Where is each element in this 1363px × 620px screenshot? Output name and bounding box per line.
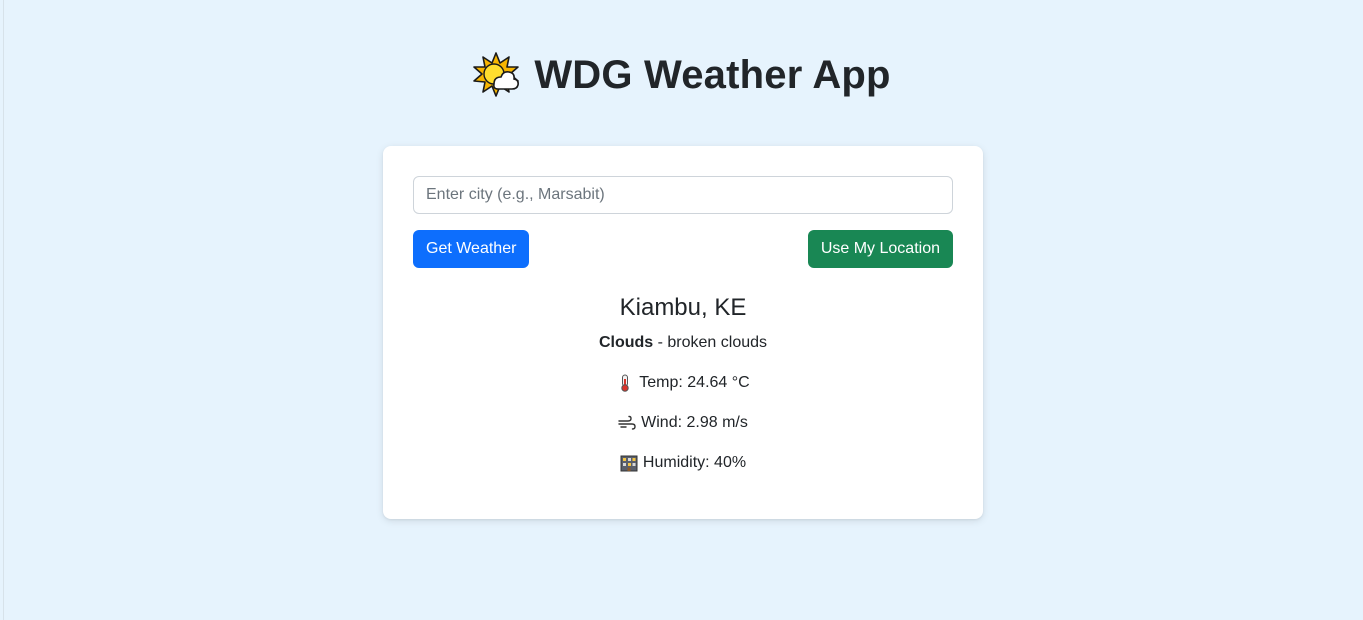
wind-line: Wind: 2.98 m/s: [383, 412, 983, 434]
weather-card: Get Weather Use My Location Kiambu, KE C…: [383, 146, 983, 519]
get-weather-button[interactable]: Get Weather: [413, 230, 530, 268]
city-search-input[interactable]: [413, 176, 953, 214]
sun-behind-cloud-icon: [472, 51, 520, 99]
wind-text: Wind: 2.98 m/s: [641, 414, 748, 431]
weather-result: Kiambu, KE Clouds - broken clouds Temp: …: [383, 291, 983, 474]
temperature-line: Temp: 24.64 °C: [383, 372, 983, 394]
condition-description: broken clouds: [667, 334, 768, 351]
thermometer-icon: [616, 374, 634, 392]
page-title-row: WDG Weather App: [0, 49, 1363, 101]
humidity-line: Humidity: 40%: [383, 452, 983, 474]
condition-line: Clouds - broken clouds: [383, 332, 983, 354]
temperature-text: Temp: 24.64 °C: [639, 374, 750, 391]
condition-separator: -: [653, 334, 668, 351]
condition-main: Clouds: [598, 334, 654, 351]
wind-icon: [618, 414, 636, 432]
location-heading: Kiambu, KE: [619, 294, 747, 321]
app-page: WDG Weather App Get Weather Use My Locat…: [0, 0, 1363, 620]
use-my-location-button[interactable]: Use My Location: [807, 230, 953, 268]
app-title-text: WDG Weather App: [534, 53, 891, 97]
humidity-text: Humidity: 40%: [642, 454, 747, 471]
humidity-icon: [620, 454, 638, 472]
